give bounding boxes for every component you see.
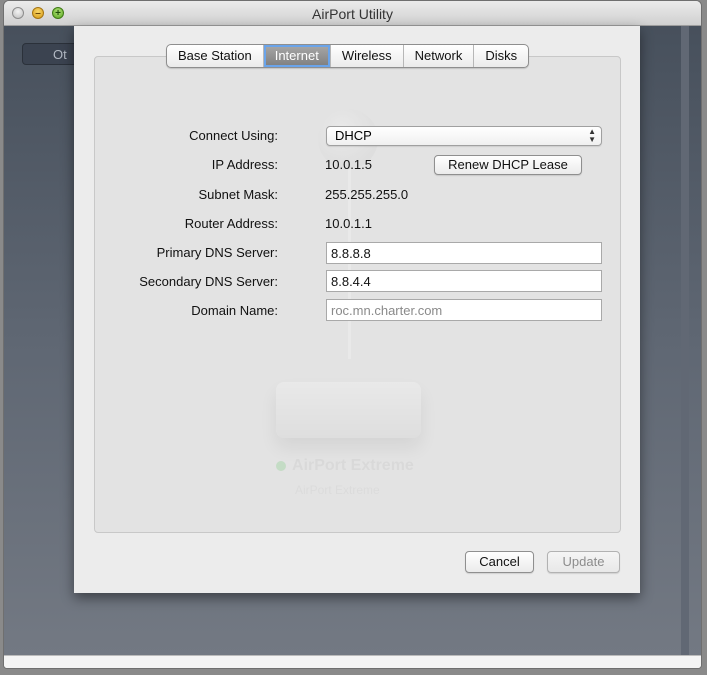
up-down-arrows-icon: ▲ ▼ [588, 127, 596, 144]
subnet-mask-value: 255.255.255.0 [325, 187, 409, 202]
background-button[interactable]: Ot [22, 43, 80, 65]
connect-using-value: DHCP [335, 128, 372, 143]
device-sub-watermark: AirPort Extreme [295, 483, 380, 497]
settings-sheet: Base Station Internet Wireless Network D… [74, 26, 640, 593]
renew-dhcp-lease-button[interactable]: Renew DHCP Lease [434, 155, 582, 175]
device-name-watermark: AirPort Extreme [292, 457, 414, 474]
secondary-dns-input[interactable] [331, 271, 601, 291]
tab-internet[interactable]: Internet [262, 45, 330, 67]
update-button[interactable]: Update [547, 551, 620, 573]
app-window: – + AirPort Utility Ot Base Station Inte… [4, 1, 701, 668]
primary-dns-label: Primary DNS Server: [156, 245, 278, 260]
tab-wireless[interactable]: Wireless [329, 45, 403, 67]
domain-name-field[interactable] [326, 299, 602, 321]
tab-base-station[interactable]: Base Station [167, 45, 263, 67]
window-title: AirPort Utility [312, 6, 393, 22]
ip-address-label: IP Address: [211, 157, 278, 172]
connect-using-label: Connect Using: [189, 128, 278, 143]
primary-dns-field[interactable] [326, 242, 602, 264]
subnet-mask-label: Subnet Mask: [198, 187, 279, 202]
router-address-value: 10.0.1.1 [325, 216, 372, 231]
bottom-strip [4, 655, 701, 668]
ip-address-value: 10.0.1.5 [325, 157, 372, 172]
secondary-dns-label: Secondary DNS Server: [139, 274, 278, 289]
router-address-label: Router Address: [184, 216, 278, 231]
primary-dns-input[interactable] [331, 243, 601, 263]
secondary-dns-field[interactable] [326, 270, 602, 292]
tab-network[interactable]: Network [402, 45, 474, 67]
right-scroll-area [681, 26, 689, 656]
cancel-button[interactable]: Cancel [465, 551, 534, 573]
internet-panel: AirPort Extreme AirPort Extreme Connect … [94, 56, 621, 533]
status-dot-icon [276, 461, 286, 471]
router-icon [276, 382, 421, 438]
tab-bar: Base Station Internet Wireless Network D… [166, 44, 530, 68]
domain-name-input[interactable] [331, 300, 601, 320]
connect-using-select[interactable]: DHCP ▲ ▼ [326, 126, 602, 146]
domain-name-label: Domain Name: [191, 303, 278, 318]
tab-disks[interactable]: Disks [473, 45, 528, 67]
title-bar: – + AirPort Utility [4, 1, 701, 26]
